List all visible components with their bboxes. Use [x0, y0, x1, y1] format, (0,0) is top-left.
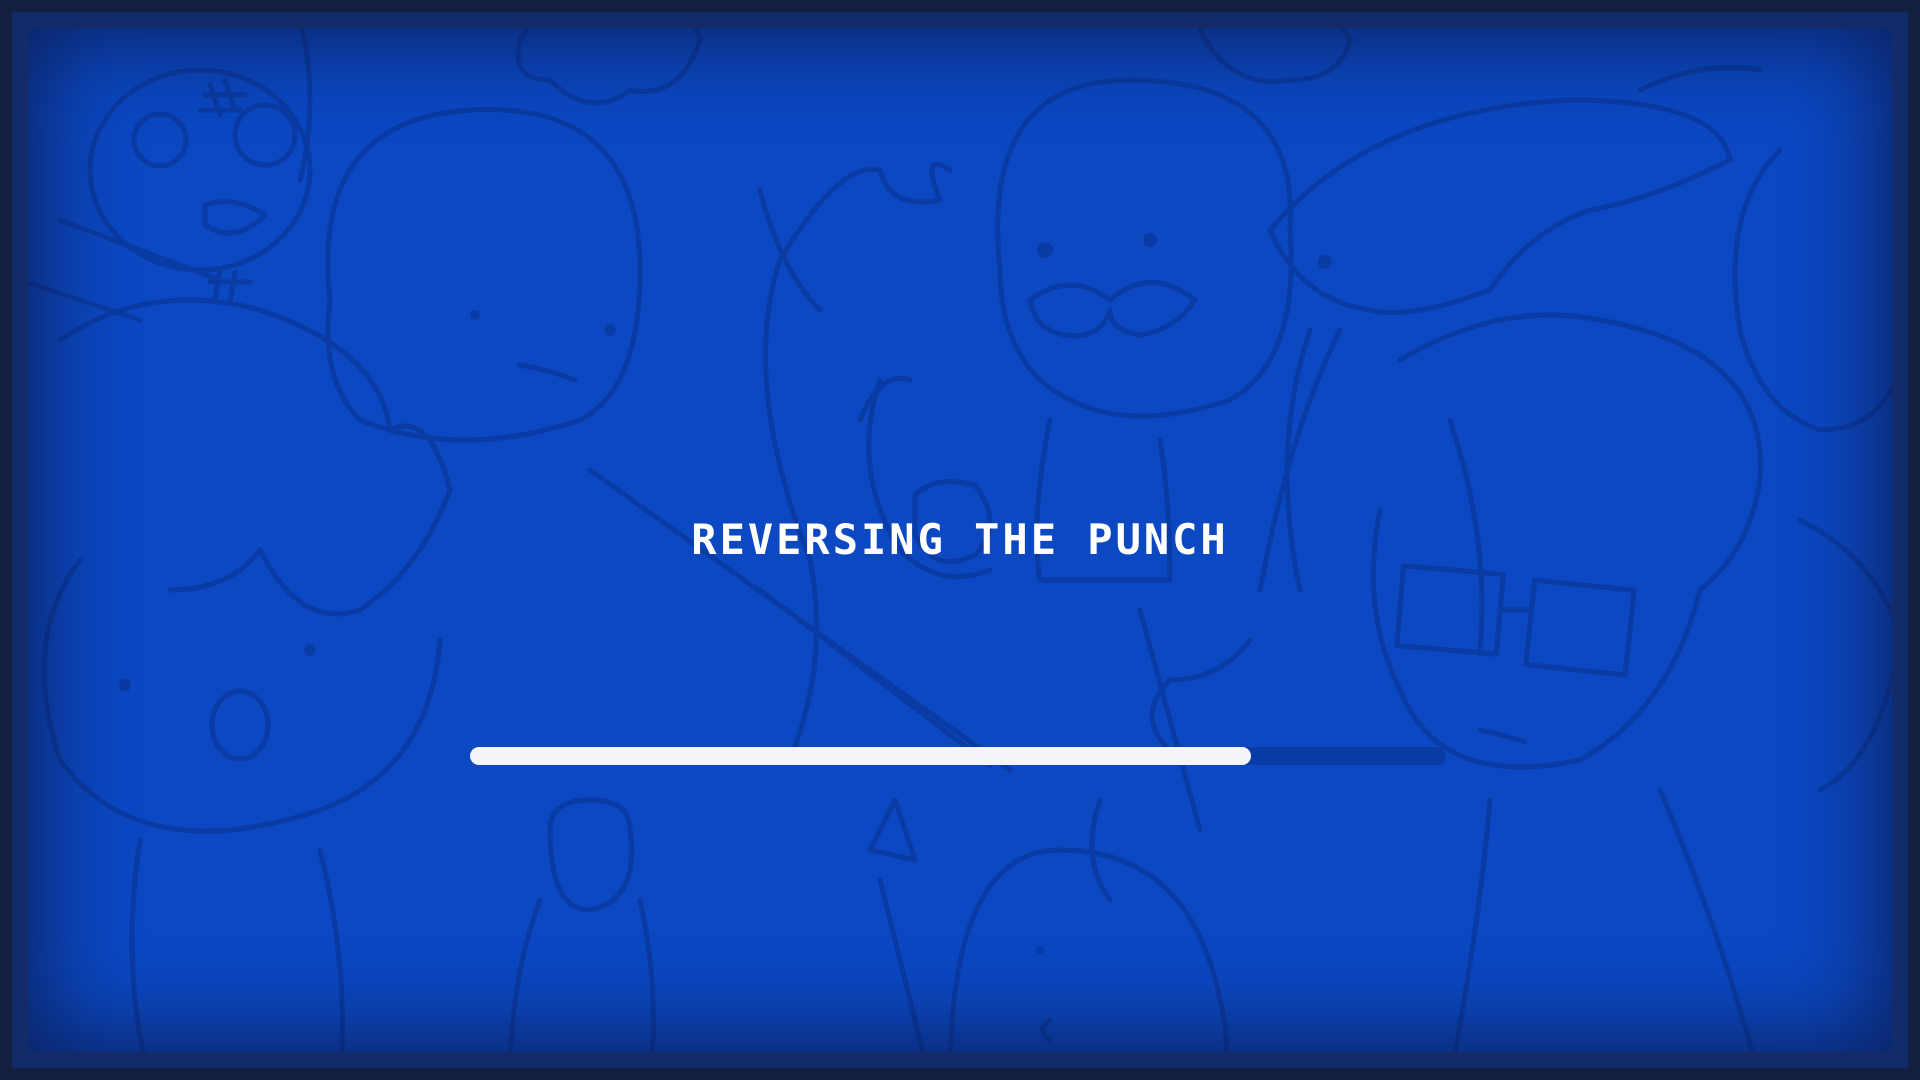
loading-progress-fill [470, 747, 1251, 765]
loading-status-text: REVERSING THE PUNCH [691, 515, 1229, 564]
loading-screen: REVERSING THE PUNCH [0, 0, 1920, 1080]
loading-progress-bar [470, 747, 1446, 765]
